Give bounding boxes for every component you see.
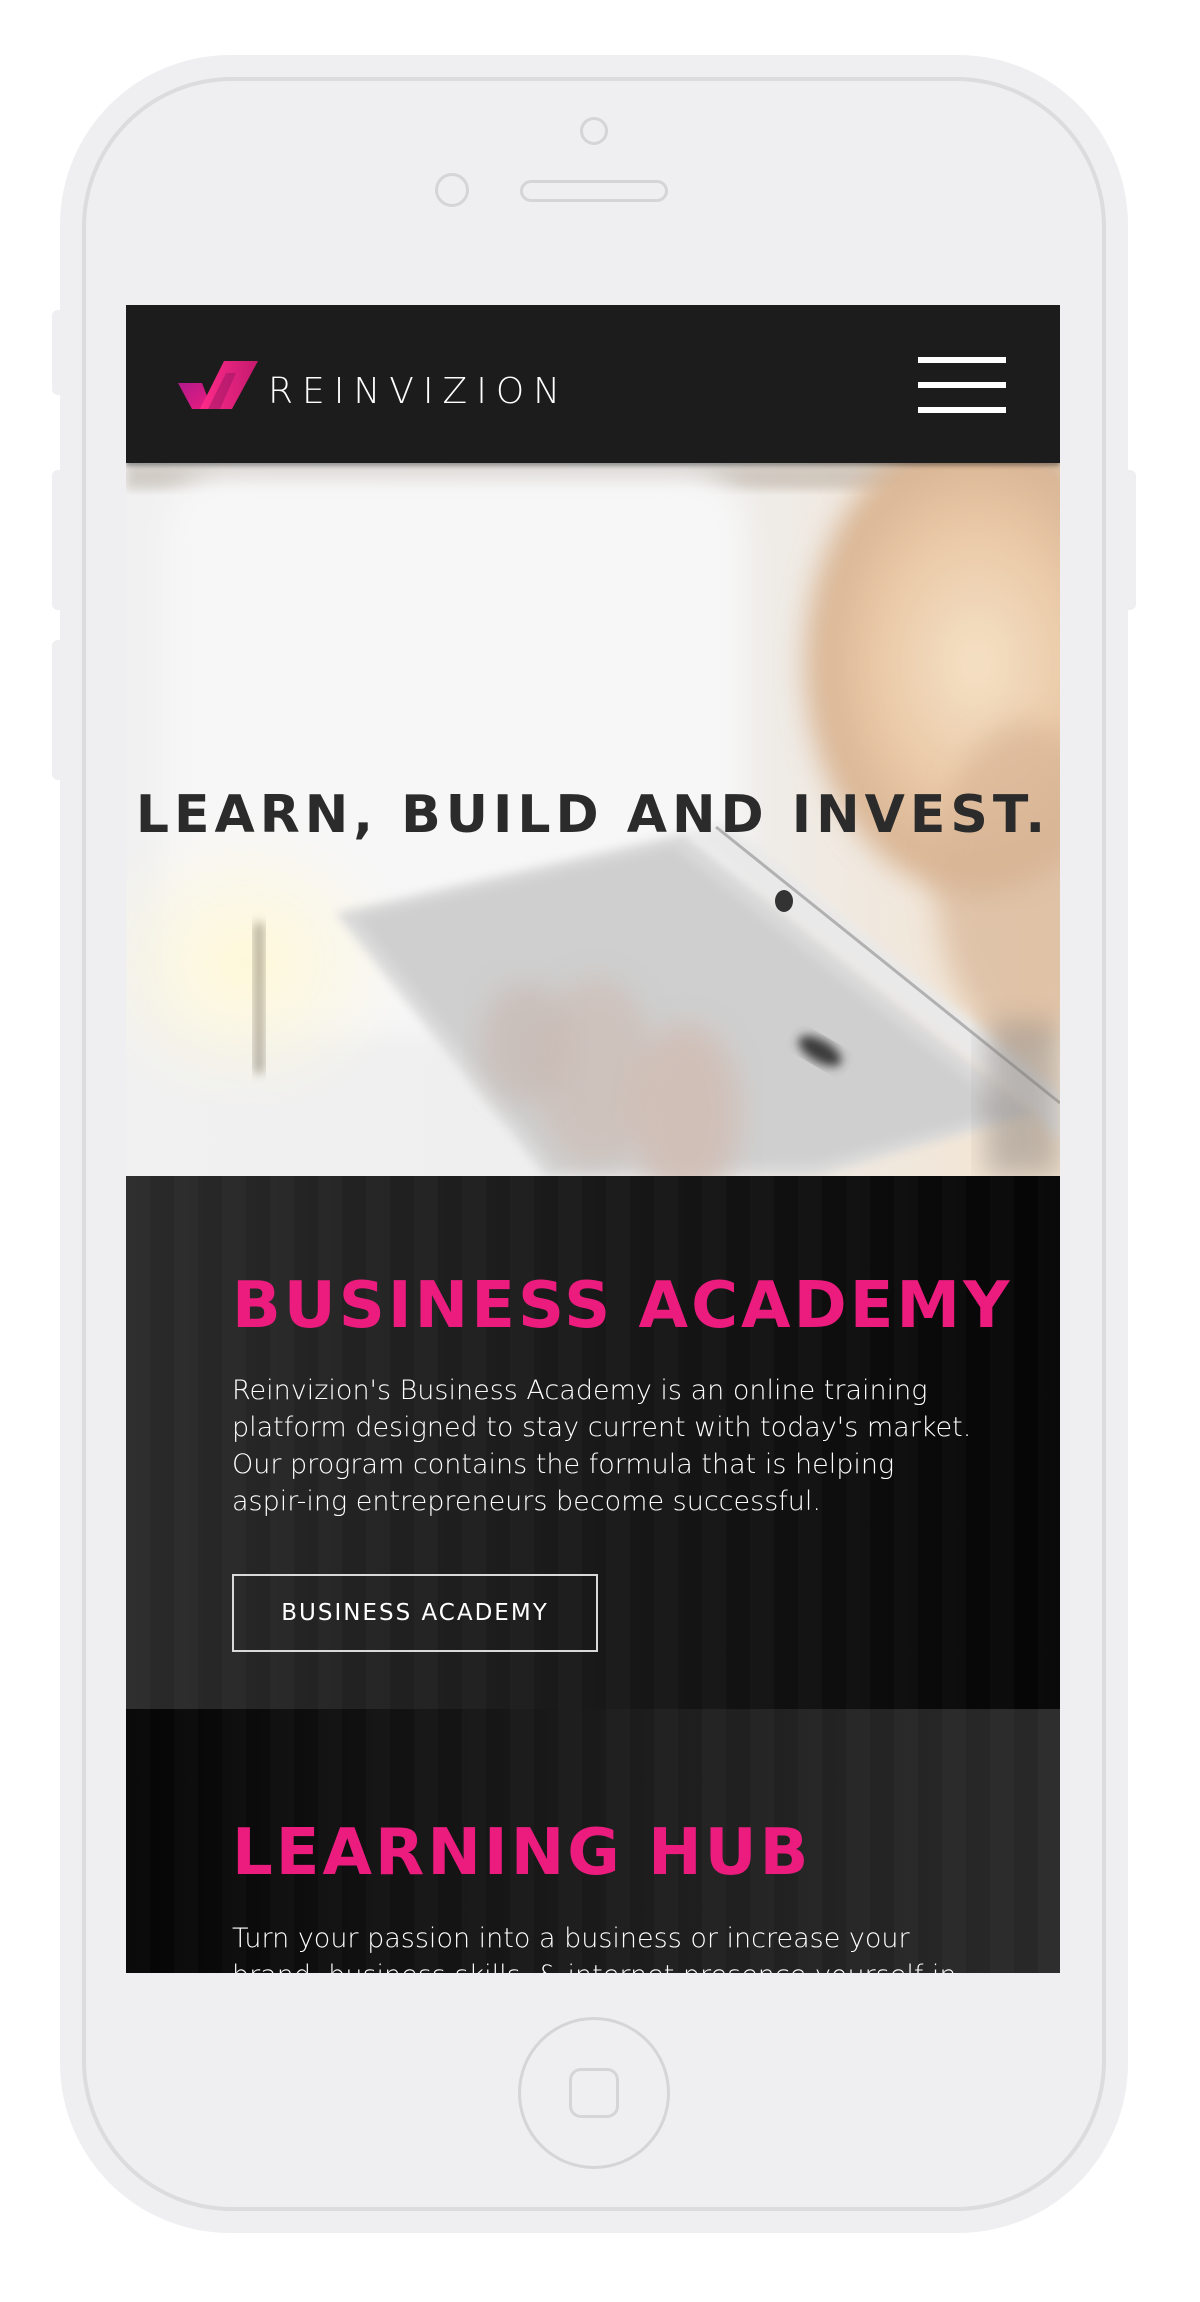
earpiece-speaker — [520, 180, 668, 202]
menu-bar — [918, 382, 1006, 388]
brand-name: REINVIZION — [268, 371, 570, 412]
home-button[interactable] — [518, 2017, 670, 2169]
proximity-sensor-icon — [435, 173, 469, 207]
phone-screen: REINVIZION LEARN, BUILD AND INVEST. BUSI… — [126, 305, 1060, 1973]
hero-title: LEARN, BUILD AND INVEST. — [135, 785, 1051, 845]
learning-hub-description: Turn your passion into a business or inc… — [232, 1923, 957, 1973]
menu-bar — [918, 407, 1006, 413]
volume-up-button — [52, 470, 66, 610]
mute-switch — [52, 310, 66, 395]
hero-banner: LEARN, BUILD AND INVEST. — [126, 463, 1060, 1176]
learning-hub-title: LEARNING HUB — [232, 1816, 812, 1890]
hamburger-menu-icon[interactable] — [918, 355, 1006, 415]
power-button — [1122, 470, 1136, 610]
business-academy-title: BUSINESS ACADEMY — [232, 1269, 1013, 1343]
front-camera-icon — [580, 117, 608, 145]
learning-hub-section: LEARNING HUB Turn your passion into a bu… — [126, 1709, 1060, 1973]
menu-bar — [918, 357, 1006, 363]
volume-down-button — [52, 640, 66, 780]
reinvizion-logo-mark-icon — [178, 361, 258, 409]
home-square-icon — [569, 2068, 619, 2118]
business-academy-button[interactable]: BUSINESS ACADEMY — [232, 1574, 598, 1652]
business-academy-description: Reinvizion's Business Academy is an onli… — [232, 1375, 972, 1517]
site-header: REINVIZION — [126, 305, 1060, 463]
brand-logo[interactable]: REINVIZION — [178, 359, 569, 411]
business-academy-section: BUSINESS ACADEMY Reinvizion's Business A… — [126, 1176, 1060, 1709]
